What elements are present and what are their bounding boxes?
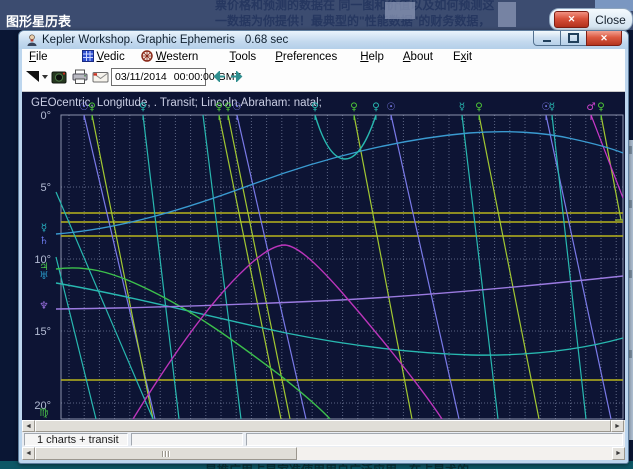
- calendar-grid-icon: [82, 50, 94, 65]
- background-fragment: [385, 2, 415, 19]
- window-scrollbar: ◄ ►: [22, 447, 625, 460]
- transit-line: [591, 115, 623, 198]
- y-axis-label: 15°: [34, 326, 51, 338]
- close-button[interactable]: ✕: [586, 31, 622, 46]
- natal-planet-glyph: ♍: [39, 407, 48, 419]
- background-text-line2: 一数据为你提供！最典型的"性能数据"的财务数据，: [215, 12, 490, 29]
- transit-line: [203, 115, 241, 419]
- scrollbar-thumb[interactable]: [35, 447, 297, 460]
- planet-glyph: ♀: [224, 101, 232, 113]
- mail-icon[interactable]: [92, 69, 109, 85]
- transit-line: [552, 115, 586, 419]
- client-area: File Vedic Western Tools Preferences Help Abou…: [22, 49, 625, 460]
- planet-glyph: ♂: [586, 101, 595, 113]
- natal-planet-glyph: ♅: [39, 270, 48, 282]
- natal-planet-glyph: ♆: [39, 300, 48, 312]
- scrollbar-track[interactable]: [297, 447, 612, 460]
- camera-icon[interactable]: [51, 69, 67, 85]
- caption-buttons: ✕: [533, 31, 622, 46]
- transit-line: [56, 257, 96, 419]
- planet-glyph: ♀: [88, 101, 96, 113]
- planet-glyph: ♀: [597, 101, 605, 113]
- print-preview-button[interactable]: [25, 69, 49, 85]
- planet-glyph: ♀: [311, 101, 319, 113]
- menu-item-help[interactable]: Help: [360, 51, 384, 63]
- printer-icon[interactable]: [72, 69, 88, 85]
- menu-item-preferences[interactable]: Preferences: [275, 51, 337, 63]
- transit-line: [56, 192, 153, 419]
- planet-glyph: ♀: [372, 101, 380, 113]
- chart-scrollbar-thumb[interactable]: [35, 420, 611, 432]
- planet-glyph: ♀: [139, 101, 147, 113]
- step-forward-button[interactable]: [230, 71, 245, 82]
- planet-glyph: ☉: [232, 101, 241, 113]
- maximize-icon: [568, 33, 579, 43]
- chart-wheel-icon: [141, 50, 153, 65]
- menu-item-tools[interactable]: Tools: [229, 51, 256, 63]
- menu-item-about[interactable]: About: [403, 51, 433, 63]
- transit-line: [143, 115, 179, 419]
- chart-scrollbar: ◄ ►: [22, 420, 625, 432]
- outer-close-button[interactable]: Close: [589, 13, 632, 27]
- chart-header: GEOcentric, Longitude, . Transit; Lincol…: [31, 97, 322, 109]
- toolbar: 03/11/2014 00:00:00 GMT: [22, 65, 625, 92]
- scroll-right-button[interactable]: ►: [612, 447, 625, 460]
- title-bar[interactable]: Kepler Workshop. Graphic Ephemeris 0.68 …: [19, 31, 628, 49]
- planet-glyph: ♀: [350, 101, 358, 113]
- background-fragment: [498, 2, 516, 27]
- outer-close-x-button[interactable]: ✕: [554, 11, 589, 28]
- datetime-field[interactable]: 03/11/2014 00:00:00 GMT: [111, 68, 206, 86]
- window-title-elapsed: 0.68 sec: [245, 34, 288, 46]
- menu-item-exit[interactable]: Exit: [453, 51, 472, 63]
- chart-scroll-left-button[interactable]: ◄: [22, 420, 35, 432]
- transit-line: [228, 115, 290, 419]
- menu-item-file[interactable]: File: [29, 51, 48, 63]
- y-axis-label: 5°: [40, 182, 51, 194]
- menu-item-vedic[interactable]: Vedic: [97, 51, 125, 63]
- transit-line: [92, 115, 153, 419]
- planet-glyph: ☉: [386, 101, 395, 113]
- chart-canvas: GEOcentric, Longitude, . Transit; Lincol…: [22, 92, 625, 420]
- menu-item-western[interactable]: Western: [156, 51, 199, 63]
- minimize-icon: [543, 40, 551, 42]
- app-icon: [26, 34, 38, 46]
- scroll-left-button[interactable]: ◄: [22, 447, 35, 460]
- window-title: Kepler Workshop. Graphic Ephemeris: [42, 34, 235, 46]
- minimize-button[interactable]: [533, 31, 561, 46]
- chart-scroll-right-button[interactable]: ►: [611, 420, 624, 432]
- planet-glyph: ☿: [549, 101, 555, 113]
- close-icon: ✕: [600, 33, 608, 44]
- status-panel-3: [246, 433, 623, 446]
- kepler-window: Kepler Workshop. Graphic Ephemeris 0.68 …: [18, 30, 629, 464]
- teal-retrograde-loop: [315, 115, 376, 159]
- graphic-ephemeris-chart[interactable]: GEOcentric, Longitude, . Transit; Lincol…: [22, 92, 625, 420]
- outer-close-group: ✕ Close: [549, 8, 633, 31]
- natal-planet-glyph: ☿: [41, 222, 47, 234]
- status-panel-2: [131, 433, 243, 446]
- status-bar: 1 charts + transit: [22, 432, 625, 447]
- transit-line: [462, 115, 498, 419]
- scrollbar-grip: [162, 451, 170, 457]
- screen: 票价格和预测的数据在 同一图和价值以及如何预测这 一数据为你提供！最典型的"性能…: [0, 0, 633, 469]
- background-webpage-top: 票价格和预测的数据在 同一图和价值以及如何预测这 一数据为你提供！最典型的"性能…: [0, 0, 633, 30]
- planet-glyph: ☿: [459, 101, 465, 113]
- planet-glyph: ♀: [475, 101, 483, 113]
- menu-bar: File Vedic Western Tools Preferences Help Abou…: [22, 49, 625, 65]
- transit-line: [479, 115, 539, 419]
- violet-slow-line: [56, 276, 623, 309]
- cyan-rising-curve: [56, 132, 623, 234]
- natal-planet-glyph: ♄: [39, 235, 48, 247]
- date-value: 03/11/2014: [115, 71, 167, 83]
- maximize-button[interactable]: [561, 31, 586, 46]
- outer-window-title: 图形星历表: [6, 11, 71, 30]
- y-axis-label: 0°: [40, 110, 51, 122]
- teal-slow-curve: [56, 283, 623, 355]
- planet-glyph: ♀: [215, 101, 223, 113]
- status-charts-panel: 1 charts + transit: [24, 433, 128, 446]
- step-back-button[interactable]: [211, 71, 226, 82]
